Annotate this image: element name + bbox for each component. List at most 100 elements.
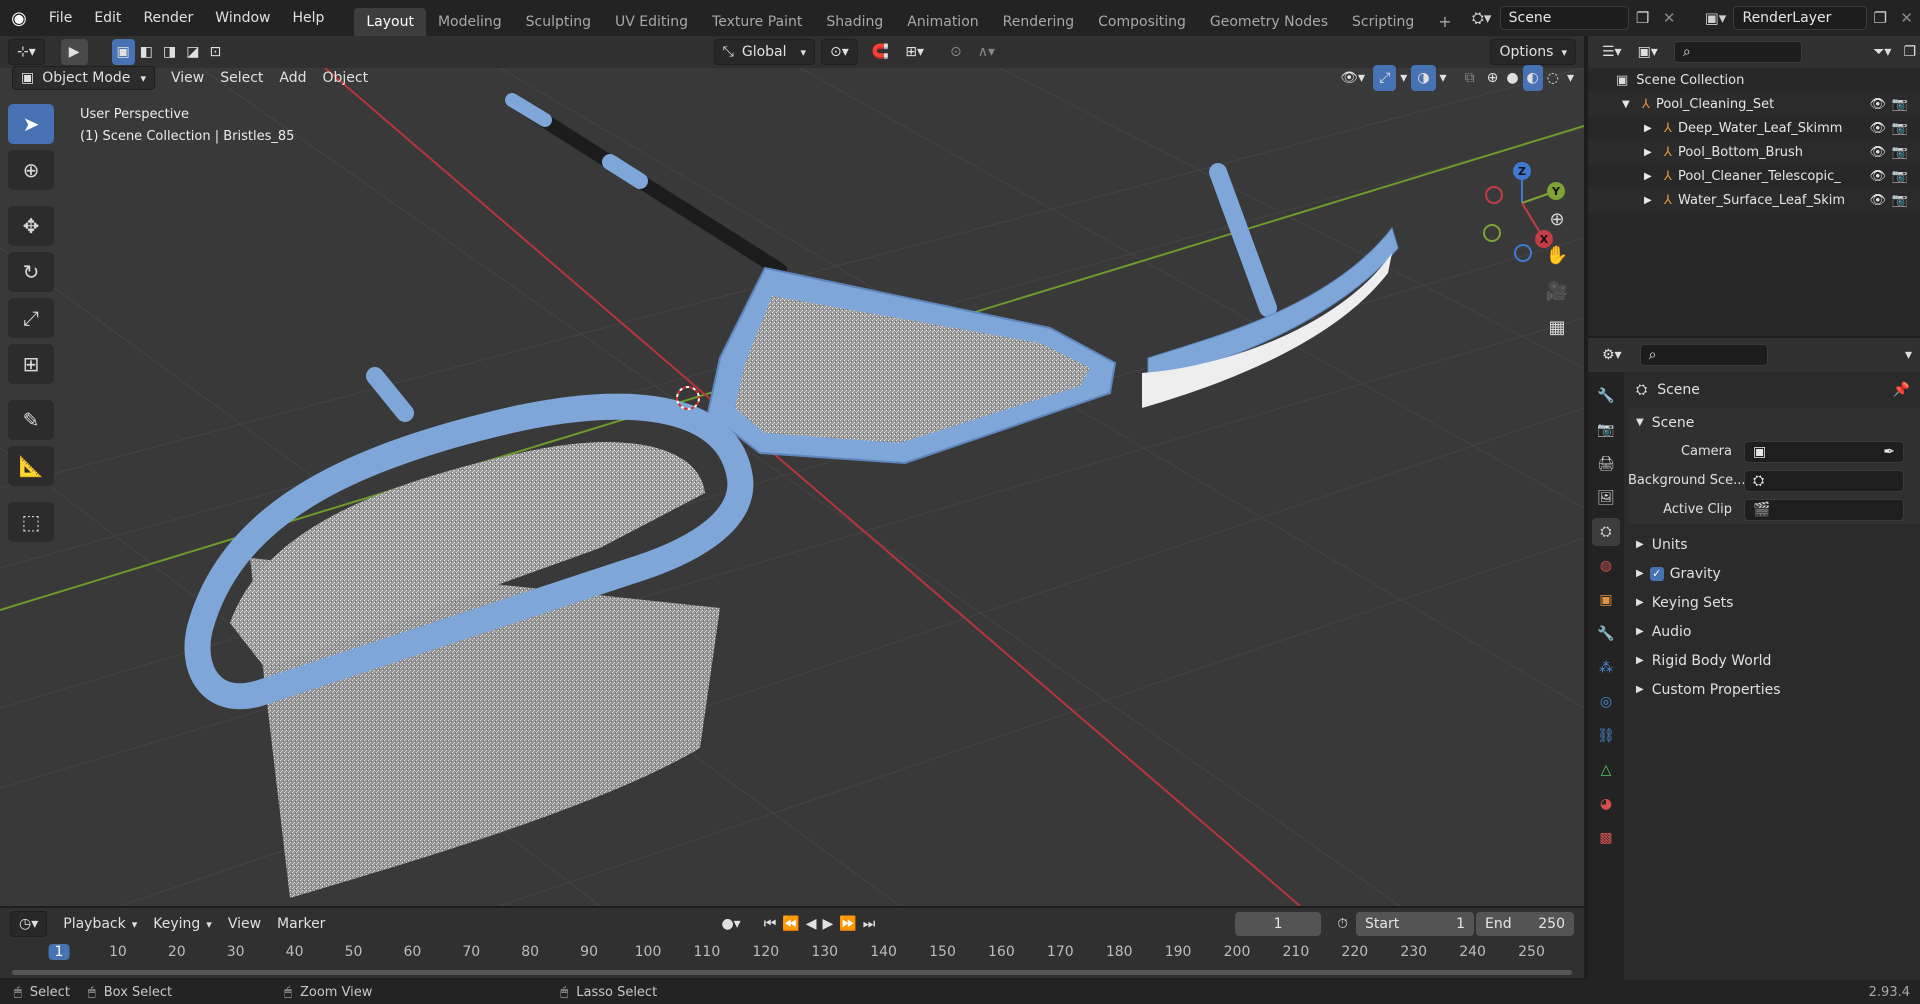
play-icon[interactable]: ▶	[820, 911, 837, 937]
physics-tab-icon[interactable]: ◎	[1592, 688, 1620, 716]
constraints-tab-icon[interactable]: ⛓	[1592, 722, 1620, 750]
material-tab-icon[interactable]: ◕	[1592, 790, 1620, 818]
timeline-view-menu[interactable]: View	[220, 911, 269, 937]
properties-options-icon[interactable]: ▾	[1897, 342, 1920, 368]
scene-browse-icon[interactable]: ⛭▾	[1464, 5, 1500, 31]
render-camera-icon[interactable]: 📷	[1892, 121, 1908, 136]
outliner-row-object[interactable]: ▶ ⅄ Pool_Bottom_Brush 👁 📷	[1588, 140, 1920, 164]
perspective-grid-icon[interactable]: ▦	[1540, 310, 1574, 344]
tab-animation[interactable]: Animation	[895, 8, 990, 36]
output-tab-icon[interactable]: 🖨	[1592, 450, 1620, 478]
expand-arrow-icon[interactable]: ▶	[1644, 123, 1658, 134]
shading-material-icon[interactable]: ◐	[1522, 65, 1543, 91]
outliner-row-object[interactable]: ▶ ⅄ Pool_Cleaner_Telescopic_ 👁 📷	[1588, 164, 1920, 188]
render-camera-icon[interactable]: 📷	[1892, 193, 1908, 208]
record-keyframe-icon[interactable]: ●▾	[713, 911, 748, 937]
tab-compositing[interactable]: Compositing	[1086, 8, 1198, 36]
display-mode-icon[interactable]: ▣▾	[1630, 39, 1666, 65]
active-tool-icon[interactable]: ▶	[60, 39, 88, 65]
visibility-eye-icon[interactable]: 👁	[1869, 168, 1886, 184]
preview-range-icon[interactable]: ⏱	[1329, 911, 1356, 937]
expand-arrow-icon[interactable]: ▼	[1622, 99, 1636, 110]
view-layer-name-field[interactable]: RenderLayer	[1733, 6, 1867, 30]
shading-wireframe-icon[interactable]: ⊕	[1483, 65, 1503, 91]
jump-start-icon[interactable]: ⏮	[761, 911, 780, 937]
object-mode-dropdown[interactable]: ▣ Object Mode ▾	[12, 66, 155, 90]
outliner-row-object[interactable]: ▶ ⅄ Water_Surface_Leaf_Skim 👁 📷	[1588, 188, 1920, 212]
menu-window[interactable]: Window	[204, 0, 281, 36]
zoom-icon[interactable]: ⊕	[1540, 202, 1574, 236]
camera-field[interactable]: ▣ ✒	[1744, 440, 1904, 463]
gravity-panel-header[interactable]: ▶ ✓ Gravity	[1628, 559, 1920, 588]
select-mode-invert-icon[interactable]: ◪	[181, 39, 204, 65]
add-workspace-icon[interactable]: +	[1426, 8, 1463, 36]
outliner-editor-type-icon[interactable]: ☰▾	[1594, 39, 1630, 65]
move-tool-icon[interactable]: ✥	[8, 206, 54, 246]
tab-geometry-nodes[interactable]: Geometry Nodes	[1198, 8, 1340, 36]
active-clip-field[interactable]: 🎬	[1744, 498, 1904, 521]
shading-solid-icon[interactable]: ●	[1502, 65, 1522, 91]
view-layer-browse-icon[interactable]: ▣▾	[1698, 5, 1734, 31]
proportional-falloff-icon[interactable]: ∧▾	[970, 39, 1003, 65]
scene-name-field[interactable]: Scene	[1499, 6, 1630, 30]
custom-properties-panel-header[interactable]: ▶ Custom Properties	[1628, 675, 1920, 704]
xray-toggle-icon[interactable]: ⧉	[1457, 65, 1483, 91]
menu-edit[interactable]: Edit	[83, 0, 132, 36]
snap-toggle-icon[interactable]: 🧲	[864, 39, 897, 65]
annotate-tool-icon[interactable]: ✎	[8, 400, 54, 440]
gizmo-toggle-icon[interactable]: ⤢	[1373, 65, 1397, 91]
timeline-scrollbar[interactable]	[12, 970, 1572, 975]
expand-arrow-icon[interactable]: ▶	[1644, 147, 1658, 158]
menu-file[interactable]: File	[38, 0, 83, 36]
new-collection-icon[interactable]: ❐	[1899, 39, 1920, 65]
select-mode-extend-icon[interactable]: ◧	[135, 39, 158, 65]
world-tab-icon[interactable]: ◍	[1592, 552, 1620, 580]
select-mode-new-icon[interactable]: ▣	[111, 39, 135, 65]
3d-viewport[interactable]: Z Y X User Perspective (1) Scene Collect…	[0, 68, 1584, 906]
view-layer-tab-icon[interactable]: 🖼	[1592, 484, 1620, 512]
filter-icon[interactable]: ⏷▾	[1865, 39, 1899, 65]
audio-panel-header[interactable]: ▶ Audio	[1628, 617, 1920, 646]
outliner-row-collection[interactable]: ▼ ⅄ Pool_Cleaning_Set 👁 📷	[1588, 92, 1920, 116]
options-dropdown[interactable]: Options ▾	[1490, 39, 1577, 65]
render-camera-icon[interactable]: 📷	[1892, 169, 1908, 184]
current-frame-field[interactable]: 1	[1235, 912, 1322, 936]
pan-hand-icon[interactable]: ✋	[1540, 238, 1574, 272]
start-frame-field[interactable]: Start 1	[1356, 912, 1474, 936]
tab-modeling[interactable]: Modeling	[426, 8, 514, 36]
proportional-edit-icon[interactable]: ⊙	[942, 39, 970, 65]
play-reverse-icon[interactable]: ◀	[803, 911, 820, 937]
tab-uv-editing[interactable]: UV Editing	[603, 8, 700, 36]
properties-search-input[interactable]: ⌕	[1639, 344, 1768, 366]
viewport-menu-add[interactable]: Add	[271, 65, 314, 91]
outliner-row-object[interactable]: ▶ ⅄ Deep_Water_Leaf_Skimm 👁 📷	[1588, 116, 1920, 140]
select-mode-subtract-icon[interactable]: ◨	[158, 39, 181, 65]
viewport-menu-object[interactable]: Object	[315, 65, 377, 91]
background-scene-field[interactable]: ⛭	[1744, 469, 1904, 492]
scale-tool-icon[interactable]: ⤢	[8, 298, 54, 338]
shading-rendered-icon[interactable]: ◌	[1543, 65, 1563, 91]
marker-menu[interactable]: Marker	[269, 911, 333, 937]
tab-scripting[interactable]: Scripting	[1340, 8, 1426, 36]
viewport-menu-select[interactable]: Select	[212, 65, 271, 91]
pivot-point-dropdown[interactable]: ⊙▾	[821, 39, 858, 65]
jump-end-icon[interactable]: ⏭	[860, 911, 879, 937]
tab-layout[interactable]: Layout	[354, 8, 426, 36]
object-tab-icon[interactable]: ▣	[1592, 586, 1620, 614]
menu-help[interactable]: Help	[281, 0, 335, 36]
particles-tab-icon[interactable]: ⁂	[1592, 654, 1620, 682]
rotate-tool-icon[interactable]: ↻	[8, 252, 54, 292]
viewport-menu-view[interactable]: View	[163, 65, 212, 91]
render-camera-icon[interactable]: 📷	[1892, 145, 1908, 160]
scene-remove-icon[interactable]: ✕	[1656, 5, 1683, 31]
modifiers-tab-icon[interactable]: 🔧	[1592, 620, 1620, 648]
snap-target-dropdown[interactable]: ⊞▾	[897, 39, 932, 65]
eyedropper-icon[interactable]: ✒	[1883, 442, 1895, 462]
render-tab-icon[interactable]: 📷	[1592, 416, 1620, 444]
pool-bottom-brush[interactable]	[1142, 163, 1399, 408]
transform-tool-icon[interactable]: ⊞	[8, 344, 54, 384]
overlay-dropdown-icon[interactable]: ▾	[1436, 65, 1451, 91]
jump-keyframe-forward-icon[interactable]: ⏩	[836, 911, 859, 937]
scene-new-icon[interactable]: ❐	[1629, 5, 1656, 31]
view-layer-remove-icon[interactable]: ✕	[1893, 5, 1920, 31]
